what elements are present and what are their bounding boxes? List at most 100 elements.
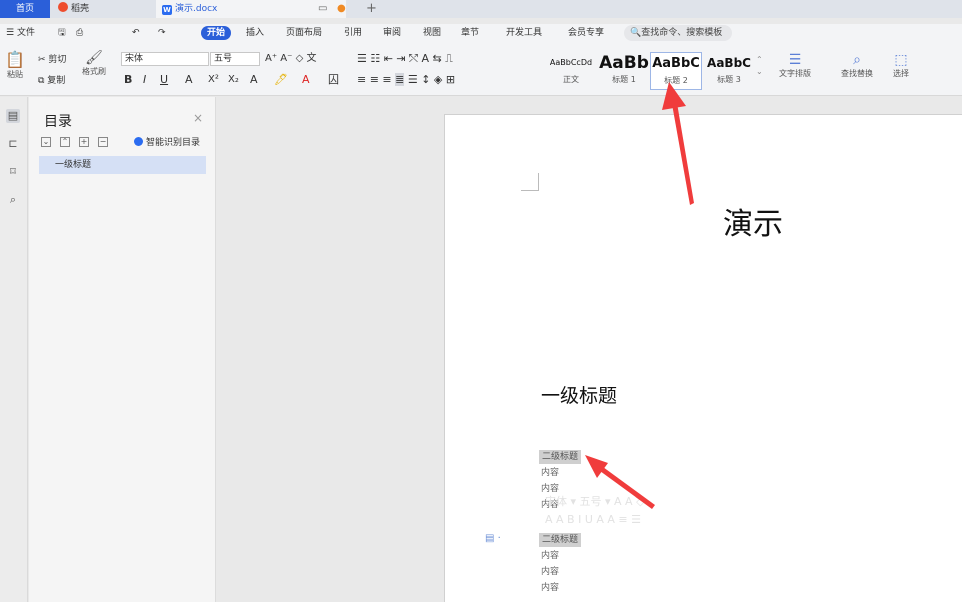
clipboard-icon: 📋: [5, 50, 25, 69]
heading-2-line[interactable]: 二级标题: [539, 450, 582, 464]
smart-toc-label: 智能识别目录: [146, 138, 201, 148]
style-heading-1[interactable]: AaBb 标题 1: [598, 52, 650, 90]
tab-home[interactable]: 首页: [0, 0, 50, 18]
menu-member[interactable]: 会员专享: [568, 26, 604, 40]
command-search[interactable]: 🔍查找命令、搜索模板: [624, 25, 732, 41]
content-line[interactable]: 内容: [541, 549, 559, 563]
paragraph-handle-icon[interactable]: ▤ ·: [485, 533, 501, 544]
menu-review[interactable]: 审阅: [383, 26, 401, 40]
monitor-icon[interactable]: ▭: [318, 0, 327, 18]
command-search-label: 查找命令、搜索模板: [641, 28, 723, 38]
navigation-icon[interactable]: ⊏: [6, 137, 20, 151]
menu-page-layout[interactable]: 页面布局: [286, 26, 322, 40]
content-line[interactable]: 内容: [541, 565, 559, 579]
undo-icon[interactable]: ↶: [132, 26, 140, 40]
font-grow-shrink-buttons[interactable]: A⁺ A⁻ ◇ 文: [265, 53, 316, 65]
copy-button[interactable]: ⧉ 复制: [38, 75, 65, 87]
toc-collapse-icon[interactable]: ⌃: [60, 137, 70, 147]
font-size-select[interactable]: 五号: [210, 52, 260, 66]
style-heading-3-label: 标题 3: [717, 75, 741, 84]
menu-references[interactable]: 引用: [344, 26, 362, 40]
style-heading-2[interactable]: AaBbC 标题 2: [650, 52, 702, 90]
search-icon: 🔍: [630, 28, 642, 38]
ribbon: 📋 粘贴 ✂ 剪切 ⧉ 复制 🖌 格式刷 宋体 五号 A⁺ A⁻ ◇ 文 B I…: [0, 42, 962, 96]
heading-2-line[interactable]: 二级标题: [539, 533, 582, 547]
unsaved-dot-icon: ●: [337, 3, 346, 14]
menu-bar: ☰ 文件 🖫 ⎙ ↶ ↷ 开始 插入 页面布局 引用 审阅 视图 章节 开发工具…: [0, 24, 962, 42]
style-heading-2-sample: AaBbC: [652, 56, 700, 71]
style-heading-3[interactable]: AaBbC 标题 3: [703, 52, 755, 90]
menu-view[interactable]: 视图: [423, 26, 441, 40]
daoke-icon: [58, 2, 68, 12]
print-preview-icon[interactable]: ⎙: [76, 26, 83, 40]
floating-toolbar-ghost-row: A A B I U A A ≡ ☰: [545, 513, 641, 526]
char-border-button[interactable]: 囚: [328, 74, 339, 86]
toc-remove-icon[interactable]: −: [98, 137, 108, 147]
content-line[interactable]: 内容: [541, 581, 559, 595]
style-scroll-icon[interactable]: ⌃ ⌄: [756, 54, 763, 78]
smart-toc-button[interactable]: 智能识别目录: [134, 135, 200, 148]
toc-panel-icon[interactable]: ▤: [6, 109, 20, 123]
menu-home[interactable]: 开始: [201, 26, 232, 40]
style-normal-label: 正文: [563, 75, 579, 84]
select-button[interactable]: ⬚ 选择: [884, 52, 918, 79]
select-label: 选择: [893, 69, 909, 78]
document-page[interactable]: 演示 一级标题 二级标题 内容 内容 内容 宋体 ▾ 五号 ▾ A A ◇ A …: [444, 114, 962, 602]
style-normal-sample: AaBbCcDd: [549, 58, 593, 67]
tab-daoke-label: 稻壳: [71, 4, 90, 14]
menu-insert[interactable]: 插入: [246, 26, 264, 40]
menu-developer[interactable]: 开发工具: [506, 26, 542, 40]
font-name-select[interactable]: 宋体: [121, 52, 209, 66]
format-painter-label: 格式刷: [82, 67, 106, 76]
bold-button[interactable]: B: [124, 74, 132, 86]
find-replace-button[interactable]: ⌕ 查找替换: [832, 52, 882, 79]
content-line[interactable]: 内容: [541, 466, 559, 480]
text-layout-button[interactable]: ☰ 文字排版: [772, 52, 818, 79]
format-painter-button[interactable]: 🖌 格式刷: [78, 50, 110, 77]
left-tool-column: ▤ ⊏ ⌑ ⌕: [0, 97, 28, 602]
tab-daoke[interactable]: 稻壳: [52, 0, 152, 18]
align-buttons[interactable]: ≡ ≡ ≡ ≣ ☰ ↕ ◈ ⊞: [357, 73, 455, 86]
menu-chapter[interactable]: 章节: [461, 26, 479, 40]
list-buttons[interactable]: ☰ ☷ ⇤ ⇥ ⤲ A ⇆ ⎍: [357, 53, 453, 65]
menu-file-label: 文件: [16, 28, 35, 38]
underline-button[interactable]: U: [160, 74, 168, 86]
close-icon[interactable]: ×: [193, 111, 203, 125]
subscript-button[interactable]: X₂: [228, 74, 239, 86]
cut-label: 剪切: [48, 55, 67, 65]
word-doc-icon: W: [162, 5, 172, 15]
toc-expand-icon[interactable]: ⌄: [41, 137, 51, 147]
text-effect-button[interactable]: A: [250, 74, 258, 86]
style-heading-3-sample: AaBbC: [707, 56, 751, 70]
strikethrough-button[interactable]: A: [185, 74, 193, 86]
italic-button[interactable]: I: [143, 74, 146, 86]
magnifier-icon: ⌕: [853, 52, 861, 68]
floating-toolbar-ghost: 宋体 ▾ 五号 ▾ A A ◇: [545, 495, 645, 508]
document-area: 演示 一级标题 二级标题 内容 内容 内容 宋体 ▾ 五号 ▾ A A ◇ A …: [217, 97, 962, 602]
style-heading-2-label: 标题 2: [664, 76, 688, 85]
save-icon[interactable]: 🖫: [58, 26, 66, 40]
toc-item[interactable]: 一级标题: [39, 156, 206, 174]
select-cursor-icon: ⬚: [894, 52, 908, 68]
style-normal[interactable]: AaBbCcDd 正文: [545, 52, 597, 90]
toc-title: 目录: [44, 114, 72, 130]
new-tab-button[interactable]: +: [366, 0, 377, 18]
smart-toc-icon: [134, 137, 143, 146]
highlight-icon[interactable]: 🖊: [274, 74, 288, 86]
font-color-button[interactable]: A: [302, 74, 310, 86]
toc-add-icon[interactable]: +: [79, 137, 89, 147]
bookmark-icon[interactable]: ⌑: [6, 165, 20, 179]
paste-button[interactable]: 📋 粘贴: [4, 50, 26, 80]
demo-text: 演示: [723, 207, 783, 242]
tab-document-label: 演示.docx: [175, 4, 218, 14]
redo-icon[interactable]: ↷: [158, 26, 166, 40]
style-heading-1-sample: AaBb: [599, 53, 649, 73]
menu-file[interactable]: ☰ 文件: [6, 26, 35, 40]
cut-button[interactable]: ✂ 剪切: [38, 54, 66, 66]
superscript-button[interactable]: X²: [208, 74, 219, 86]
tab-bar: 首页 稻壳 W 演示.docx ▭ ● +: [0, 0, 962, 18]
search-panel-icon[interactable]: ⌕: [6, 193, 20, 207]
heading-1[interactable]: 一级标题: [541, 381, 617, 408]
paste-label: 粘贴: [7, 70, 23, 79]
text-layout-icon: ☰: [788, 52, 802, 68]
